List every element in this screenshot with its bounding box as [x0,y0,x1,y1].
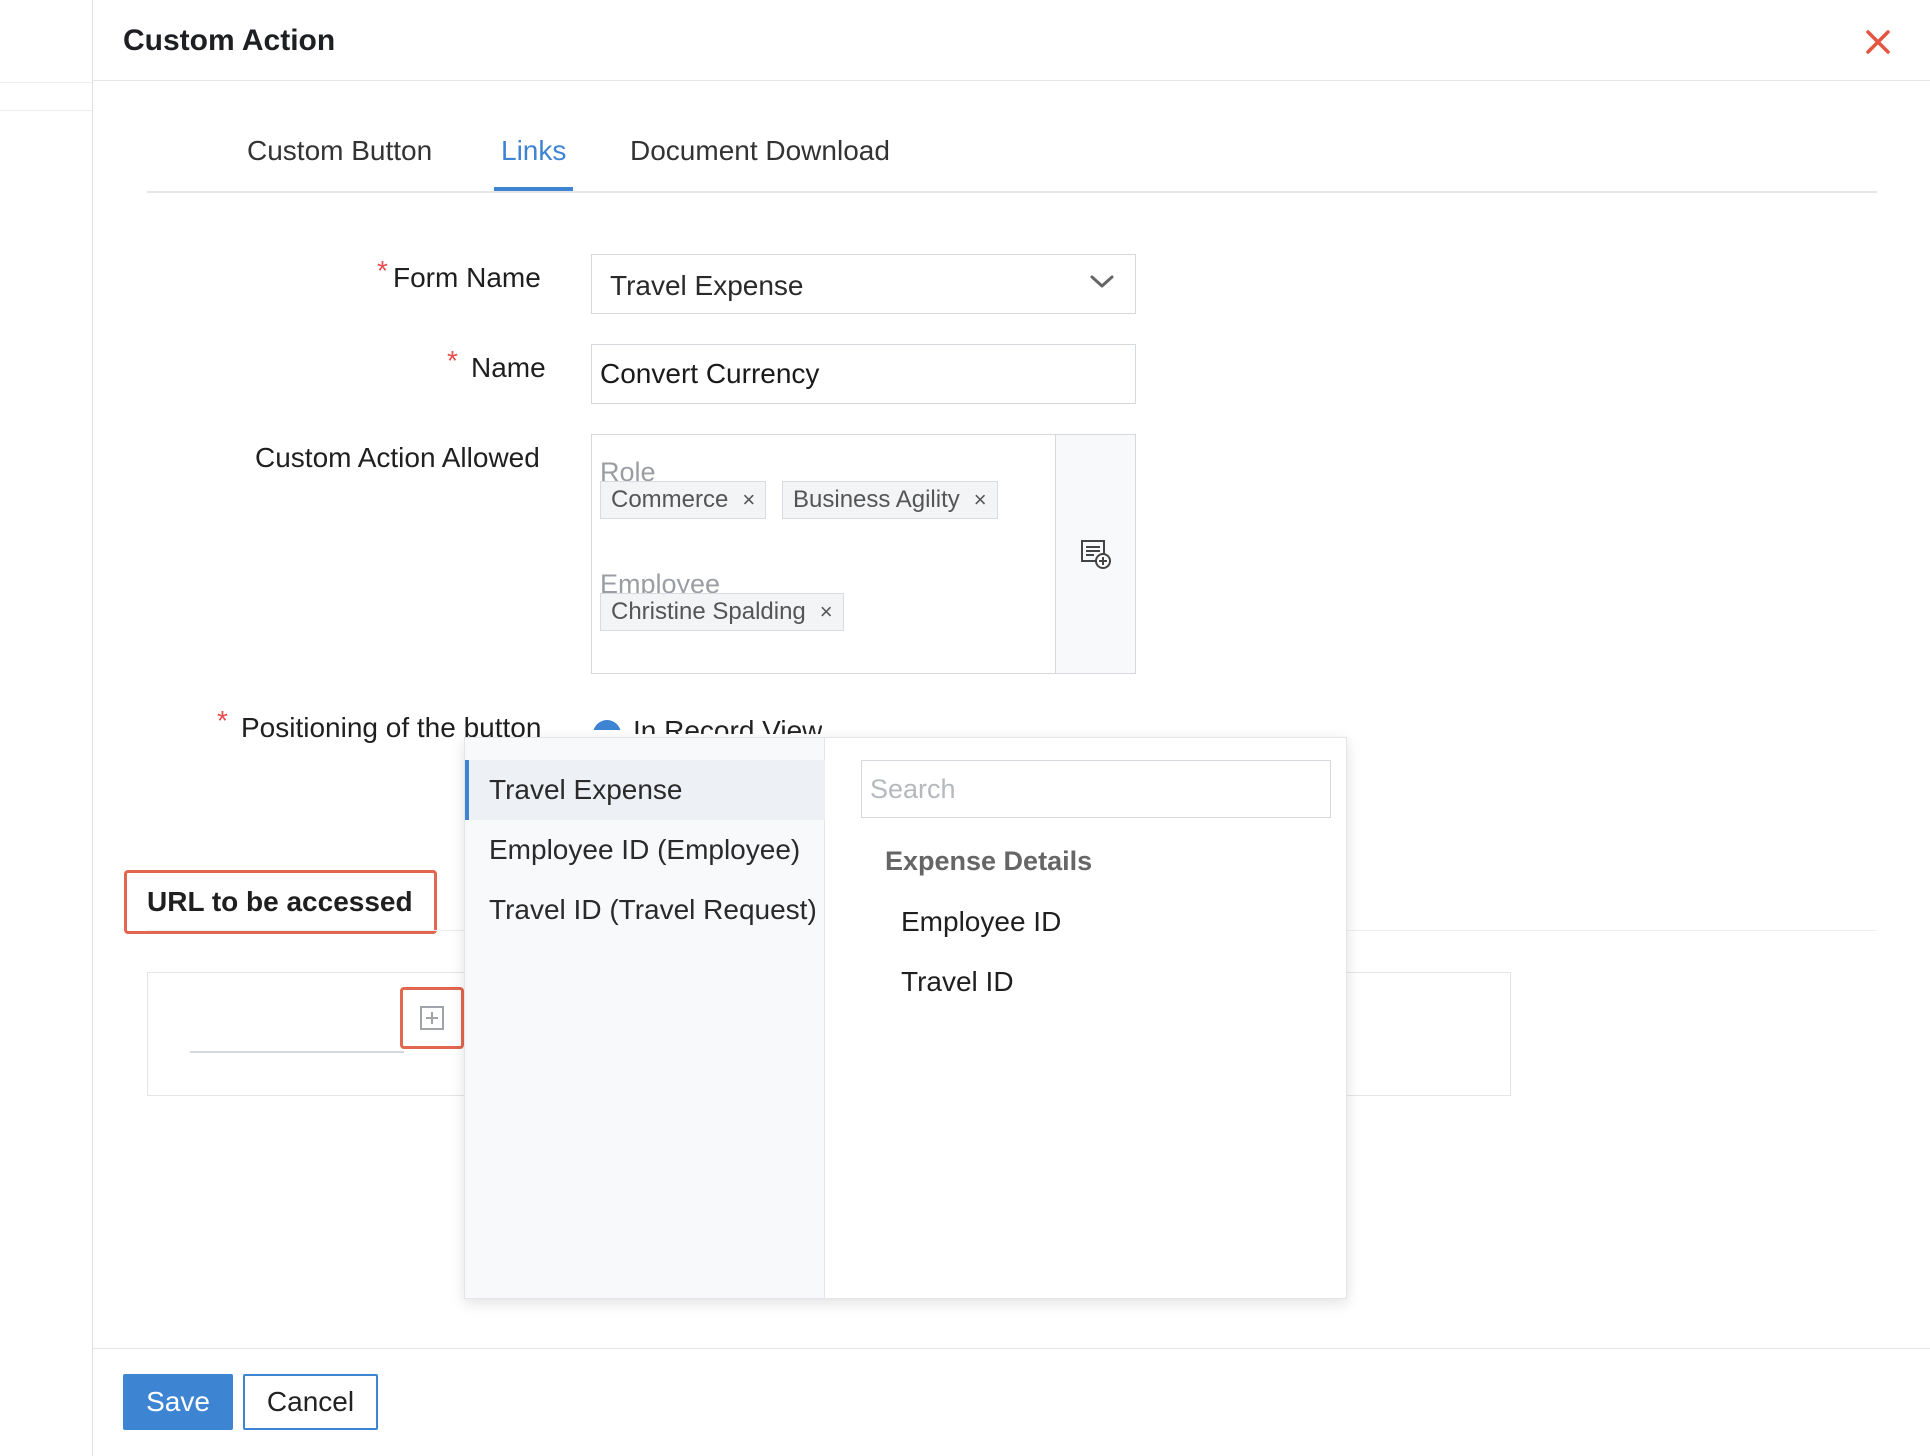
required-mark: * [217,705,228,736]
form-list: Travel Expense Employee ID (Employee) Tr… [465,738,825,1298]
chip-label: Business Agility [793,486,960,513]
chip-label: Christine Spalding [611,598,806,625]
required-mark: * [377,255,388,286]
custom-action-allowed-label: Custom Action Allowed [255,442,540,473]
close-button[interactable] [1858,22,1898,62]
form-name-select[interactable]: Travel Expense [591,254,1136,314]
required-mark: * [447,345,458,376]
cancel-button[interactable]: Cancel [243,1374,378,1430]
tab-bar: Custom Button Links Document Download [147,115,1877,193]
field-search-input[interactable] [861,760,1331,818]
chip-remove-button[interactable]: × [742,487,755,513]
dialog-footer: Save Cancel [93,1348,1930,1456]
tab-custom-button[interactable]: Custom Button [247,135,432,167]
close-icon [1866,30,1890,54]
name-input[interactable] [591,344,1136,404]
form-name-label: Form Name [393,262,541,293]
chevron-down-icon [1090,275,1114,288]
form-list-item[interactable]: Travel ID (Travel Request) [465,880,825,940]
background-page [0,0,92,1456]
active-tab-indicator [494,187,573,191]
record-view-label: In Record View [633,715,823,734]
form-list-item[interactable]: Employee ID (Employee) [465,820,825,880]
field-picker-popup: Travel Expense Employee ID (Employee) Tr… [464,737,1347,1299]
allowed-users-box: Role Commerce × Business Agility × Emplo… [591,434,1136,674]
field-item[interactable]: Employee ID [901,906,1061,938]
role-chip: Commerce × [600,481,767,519]
save-button[interactable]: Save [123,1374,233,1430]
insert-field-icon [420,1006,444,1030]
tab-document-download[interactable]: Document Download [630,135,890,167]
name-label: Name [471,352,546,383]
chip-label: Commerce [611,486,729,513]
add-users-button[interactable] [1055,435,1135,673]
form-list-item[interactable]: Travel Expense [465,760,825,820]
dialog-header: Custom Action [93,0,1930,81]
role-chip: Business Agility × [782,481,998,519]
insert-field-button[interactable] [400,987,464,1049]
custom-action-dialog: Custom Action Custom Button Links Docume… [92,0,1930,1456]
url-input-line [190,1051,404,1053]
dialog-title: Custom Action [123,24,336,57]
form-name-value: Travel Expense [610,270,804,301]
add-list-icon [1080,540,1111,569]
chip-remove-button[interactable]: × [820,599,833,625]
url-section-heading: URL to be accessed [124,870,437,934]
tab-links[interactable]: Links [501,135,566,167]
field-group-title: Expense Details [885,846,1093,876]
field-item[interactable]: Travel ID [901,966,1014,998]
chip-remove-button[interactable]: × [974,487,987,513]
employee-chip: Christine Spalding × [600,593,844,631]
